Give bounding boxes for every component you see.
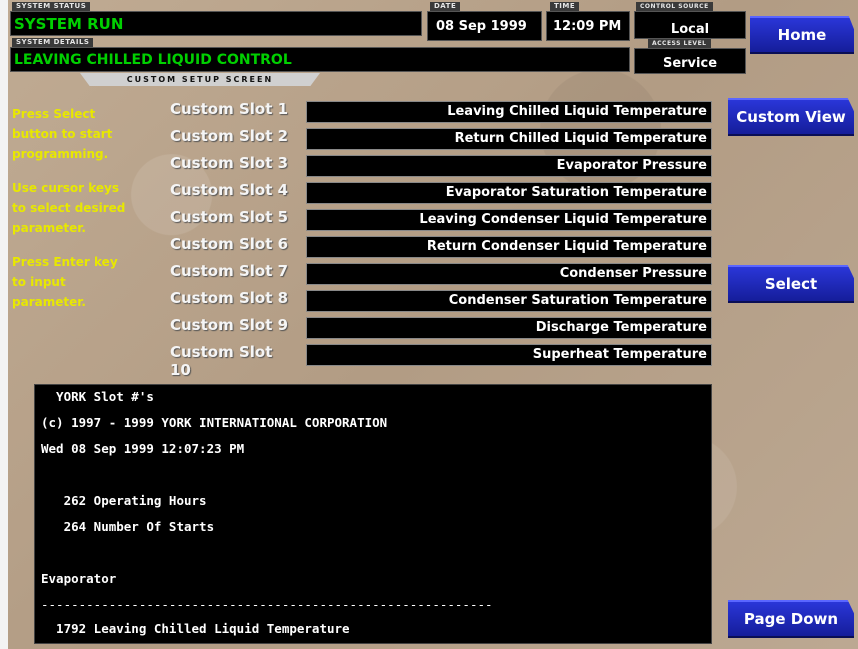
date-label: DATE — [430, 2, 461, 11]
page-down-button[interactable]: Page Down — [728, 600, 854, 638]
select-button[interactable]: Select — [728, 265, 854, 303]
console-line: (c) 1997 - 1999 YORK INTERNATIONAL CORPO… — [41, 415, 388, 430]
system-status-label: SYSTEM STATUS — [12, 2, 91, 11]
custom-slot-label: Custom Slot 3 — [170, 154, 289, 172]
custom-slot-field[interactable]: Leaving Condenser Liquid Temperature — [306, 209, 712, 231]
system-status-box: SYSTEM RUN — [10, 11, 422, 36]
date-box: 08 Sep 1999 — [427, 11, 542, 41]
time-value: 12:09 PM — [553, 19, 622, 34]
console-line: 264 Number Of Starts — [41, 519, 215, 534]
screen-title: CUSTOM SETUP SCREEN — [80, 73, 320, 86]
instruction-line: to select desired — [12, 201, 126, 215]
instruction-line: button to start — [12, 127, 113, 141]
custom-slot-label: Custom Slot 10 — [170, 343, 273, 379]
console-line: 1792 Leaving Chilled Liquid Temperature — [41, 621, 350, 636]
console-line: Evaporator — [41, 571, 117, 586]
custom-slot-field[interactable]: Return Chilled Liquid Temperature — [306, 128, 712, 150]
system-status-value: SYSTEM RUN — [14, 15, 124, 33]
custom-slot-field[interactable]: Discharge Temperature — [306, 317, 712, 339]
custom-slot-field[interactable]: Condenser Pressure — [306, 263, 712, 285]
custom-slot-label: Custom Slot 9 — [170, 316, 289, 334]
custom-slot-field[interactable]: Superheat Temperature — [306, 344, 712, 366]
custom-slot-field[interactable]: Evaporator Saturation Temperature — [306, 182, 712, 204]
custom-slot-label: Custom Slot 1 — [170, 100, 289, 118]
access-level-box: Service — [634, 48, 746, 74]
access-level-value: Service — [662, 56, 718, 71]
console-line: Wed 08 Sep 1999 12:07:23 PM — [41, 441, 245, 456]
custom-slot-field[interactable]: Leaving Chilled Liquid Temperature — [306, 101, 712, 123]
custom-slot-field[interactable]: Evaporator Pressure — [306, 155, 712, 177]
custom-slot-label: Custom Slot 8 — [170, 289, 289, 307]
custom-slot-field[interactable]: Return Condenser Liquid Temperature — [306, 236, 712, 258]
access-level-label: ACCESS LEVEL — [648, 39, 711, 48]
system-details-value: LEAVING CHILLED LIQUID CONTROL — [14, 52, 292, 68]
instruction-line: Press Select — [12, 107, 96, 121]
custom-slot-label: Custom Slot 5 — [170, 208, 289, 226]
control-source-value: Local — [670, 22, 710, 37]
instruction-line: parameter. — [12, 221, 86, 235]
control-source-label: CONTROL SOURCE — [636, 2, 713, 11]
report-console[interactable]: YORK Slot #'s (c) 1997 - 1999 YORK INTER… — [34, 384, 712, 644]
system-details-box: LEAVING CHILLED LIQUID CONTROL — [10, 47, 630, 72]
instruction-line: to input — [12, 275, 66, 289]
custom-slot-label: Custom Slot 7 — [170, 262, 289, 280]
system-details-label: SYSTEM DETAILS — [12, 38, 94, 47]
home-button[interactable]: Home — [750, 16, 854, 54]
custom-slot-label: Custom Slot 6 — [170, 235, 289, 253]
console-line: 262 Operating Hours — [41, 493, 207, 508]
instruction-line: Use cursor keys — [12, 181, 120, 195]
time-box: 12:09 PM — [546, 11, 630, 41]
custom-slot-field[interactable]: Condenser Saturation Temperature — [306, 290, 712, 312]
instruction-line: Press Enter key — [12, 255, 118, 269]
custom-view-button[interactable]: Custom View — [728, 98, 854, 136]
console-divider: ----------------------------------------… — [41, 597, 493, 612]
control-source-box: Local — [634, 11, 746, 39]
custom-slot-label: Custom Slot 2 — [170, 127, 289, 145]
time-label: TIME — [550, 2, 580, 11]
window-left-edge — [0, 0, 8, 649]
custom-slot-label: Custom Slot 4 — [170, 181, 289, 199]
date-value: 08 Sep 1999 — [436, 19, 527, 34]
instruction-line: programming. — [12, 147, 109, 161]
instruction-line: parameter. — [12, 295, 86, 309]
console-line: YORK Slot #'s — [41, 389, 154, 404]
